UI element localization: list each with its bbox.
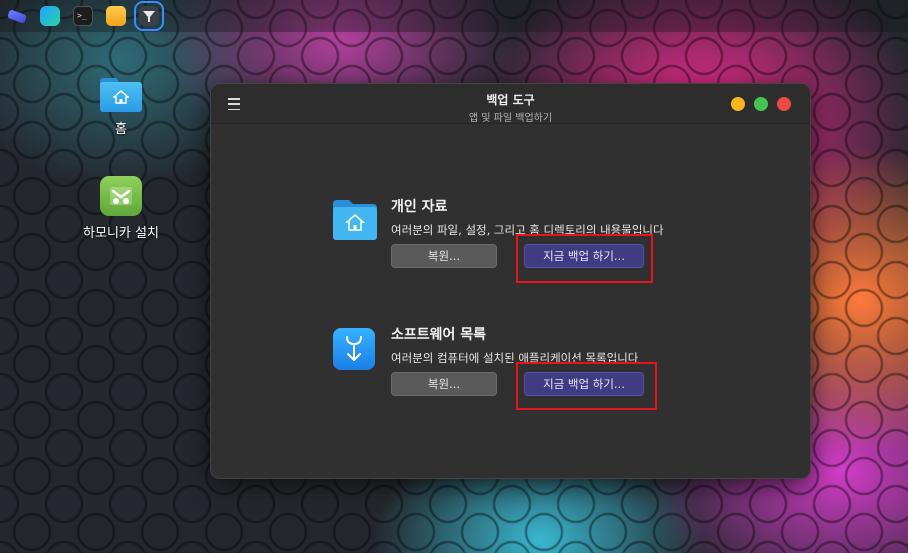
- highlight-box: [516, 234, 653, 283]
- restore-software-button[interactable]: 복원...: [391, 372, 497, 396]
- telescope-app-launcher[interactable]: [2, 1, 32, 31]
- section-title: 개인 자료: [391, 199, 448, 215]
- home-folder-icon: [333, 200, 377, 240]
- minimize-button[interactable]: [731, 97, 745, 111]
- window-title: 백업 도구: [486, 93, 535, 107]
- close-button[interactable]: [777, 97, 791, 111]
- app-store-icon: [40, 6, 60, 26]
- telescope-icon: [7, 8, 27, 24]
- window-controls: [731, 97, 791, 111]
- section-title: 소프트웨어 목록: [391, 327, 487, 343]
- backup-tool-window: 백업 도구 앱 및 파일 백업하기 개인 자료 여러분의 파일, 설정, 그리고…: [210, 83, 811, 479]
- restore-personal-button[interactable]: 복원...: [391, 244, 497, 268]
- terminal-launcher[interactable]: >_: [68, 1, 98, 31]
- files-launcher[interactable]: [101, 1, 131, 31]
- desktop-install-label: 하모니카 설치: [83, 226, 159, 241]
- window-titlebar[interactable]: 백업 도구 앱 및 파일 백업하기: [211, 84, 810, 124]
- desktop-home-label: 홈: [115, 122, 127, 137]
- home-folder-icon: [100, 78, 142, 112]
- filter-icon: [139, 6, 159, 26]
- window-title-block: 백업 도구 앱 및 파일 백업하기: [211, 91, 810, 124]
- app-store-launcher[interactable]: [35, 1, 65, 31]
- window-subtitle: 앱 및 파일 백업하기: [468, 113, 553, 124]
- desktop-harmonica-install[interactable]: 하모니카 설치: [76, 176, 166, 241]
- installer-icon: [100, 176, 142, 216]
- software-list-icon: [333, 328, 377, 370]
- top-panel: >_: [0, 0, 908, 32]
- maximize-button[interactable]: [754, 97, 768, 111]
- desktop-home-folder[interactable]: 홈: [76, 78, 166, 137]
- terminal-icon: >_: [73, 6, 93, 26]
- filter-app-launcher[interactable]: [134, 1, 164, 31]
- highlight-box: [516, 362, 657, 410]
- folder-icon: [106, 6, 126, 26]
